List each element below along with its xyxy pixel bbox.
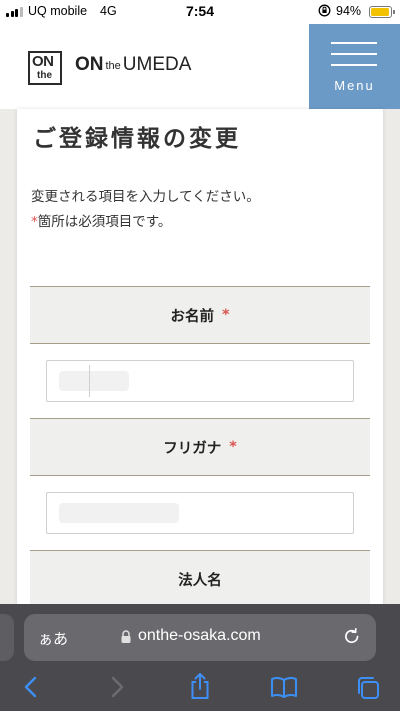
menu-button[interactable]: Menu xyxy=(309,24,400,109)
forward-icon[interactable] xyxy=(108,676,126,698)
status-bar: UQ mobile 4G 7:54 94% xyxy=(0,0,400,24)
field-label-furigana: フリガナ * xyxy=(30,418,370,476)
back-icon[interactable] xyxy=(22,676,40,698)
page-title: ご登録情報の変更 xyxy=(33,125,241,152)
logo-the: the xyxy=(105,60,121,72)
name-input[interactable] xyxy=(46,360,354,402)
battery-icon xyxy=(369,6,395,18)
field-label-furigana-text: フリガナ xyxy=(163,440,222,457)
reload-icon[interactable] xyxy=(342,627,362,647)
bookmarks-icon[interactable] xyxy=(270,676,298,698)
input-value-redacted xyxy=(59,503,179,523)
field-label-name: お名前 * xyxy=(30,286,370,344)
site-logo[interactable]: ON the UMEDA xyxy=(75,54,191,76)
site-header: ON the ON the UMEDA Menu xyxy=(0,24,400,109)
browser-toolbar: ぁあ onthe-osaka.com xyxy=(0,604,400,711)
share-icon[interactable] xyxy=(188,672,212,700)
logo-mark-the: the xyxy=(37,70,52,81)
field-label-name-text: お名前 xyxy=(170,308,214,325)
logo-name: UMEDA xyxy=(122,54,192,75)
logo-mark[interactable]: ON the xyxy=(28,51,62,85)
required-note: *箇所は必須項目です。 xyxy=(31,210,171,230)
field-label-company-text: 法人名 xyxy=(178,572,222,589)
required-mark: * xyxy=(229,439,237,455)
required-note-text: 箇所は必須項目です。 xyxy=(37,214,172,230)
field-label-company: 法人名 xyxy=(30,550,370,604)
furigana-input[interactable] xyxy=(46,492,354,534)
logo-on: ON xyxy=(75,54,104,75)
intro-text: 変更される項目を入力してください。 xyxy=(31,189,260,205)
battery-percent: 94% xyxy=(336,4,362,18)
page-settings-button[interactable]: ぁあ xyxy=(38,628,68,649)
text-cursor xyxy=(89,365,90,397)
url-text: onthe-osaka.com xyxy=(138,627,261,644)
lock-icon xyxy=(121,630,131,643)
previous-tab-preview[interactable] xyxy=(0,614,14,661)
orientation-lock-icon xyxy=(318,4,331,17)
required-mark: * xyxy=(221,307,230,323)
input-value-redacted xyxy=(59,371,129,391)
address-bar[interactable]: ぁあ onthe-osaka.com xyxy=(24,614,376,661)
menu-label: Menu xyxy=(334,78,375,93)
tabs-icon[interactable] xyxy=(355,675,381,701)
required-mark: * xyxy=(31,214,38,230)
form-card: ご登録情報の変更 変更される項目を入力してください。 *箇所は必須項目です。 お… xyxy=(17,109,383,604)
logo-mark-on: ON xyxy=(32,53,54,70)
